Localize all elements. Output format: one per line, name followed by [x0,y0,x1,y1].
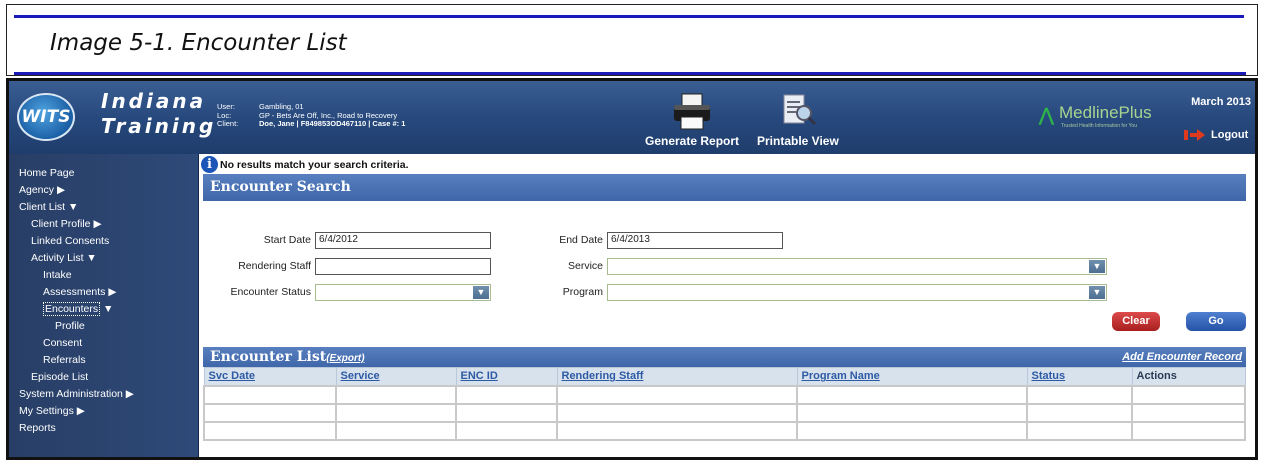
add-encounter-record-link[interactable]: Add Encounter Record [1122,351,1242,363]
printable-view-label: Printable View [757,134,839,148]
sidebar-item-assessments[interactable]: Assessments ▶ [43,286,116,298]
column-header-svc-date[interactable]: Svc Date [203,367,337,386]
table-row [203,384,1246,405]
sidebar-item-intake[interactable]: Intake [43,269,72,281]
sidebar-item-client-profile[interactable]: Client Profile ▶ [31,218,102,230]
main-content: i No results match your search criteria.… [199,154,1255,457]
sidebar-item-consent[interactable]: Consent [43,337,82,349]
sidebar-nav: Home Page Agency ▶ Client List ▼ Client … [9,154,199,457]
chevron-down-icon: ▼ [1089,260,1105,273]
start-date-input[interactable]: 6/4/2012 [315,232,491,249]
column-header-actions: Actions [1131,367,1246,386]
column-header-status[interactable]: Status [1026,367,1133,386]
encounter-list-header: Encounter List(Export) Add Encounter Rec… [203,347,1246,367]
current-date: March 2013 [1191,96,1251,108]
no-results-message: i No results match your search criteria. [201,156,409,173]
rendering-staff-label: Rendering Staff [238,260,311,272]
sidebar-item-client-list[interactable]: Client List ▼ [19,201,78,213]
clear-button[interactable]: Clear [1112,312,1160,331]
medlineplus-subtext: Trusted Health Information for You [1061,123,1137,129]
go-button[interactable]: Go [1186,312,1246,331]
app-header: WITS Indiana Training User: Gambling, 01 … [9,81,1255,154]
sidebar-item-reports[interactable]: Reports [19,422,56,434]
sidebar-item-episode-list[interactable]: Episode List [31,371,88,383]
sidebar-item-system-administration[interactable]: System Administration ▶ [19,388,134,400]
app-window: WITS Indiana Training User: Gambling, 01 … [6,78,1258,460]
end-date-label: End Date [559,234,603,246]
service-label: Service [567,260,603,272]
printer-icon [674,93,711,130]
service-select[interactable]: ▼ [607,258,1107,275]
encounter-search-header: Encounter Search [203,174,1246,201]
table-row [203,402,1246,423]
encounter-list-title: Encounter List [210,349,327,365]
logout-button[interactable]: Logout [1184,129,1248,141]
medlineplus-text: MedlinePlus [1059,103,1152,122]
export-link[interactable]: (Export) [326,353,364,364]
program-select[interactable]: ▼ [607,284,1107,301]
context-info: User: Gambling, 01 Loc: GP - Bets Are Off,… [217,102,406,129]
column-header-service[interactable]: Service [335,367,457,386]
end-date-input[interactable]: 6/4/2013 [607,232,783,249]
sidebar-item-activity-list[interactable]: Activity List ▼ [31,252,97,264]
sidebar-item-encounters-label: Encounters [43,302,101,316]
client-key: Client: [217,119,239,128]
logout-arrow-icon [1184,129,1205,141]
sidebar-item-agency[interactable]: Agency ▶ [19,184,65,196]
caption-top-rule [14,15,1244,18]
info-icon: i [201,156,218,173]
chevron-down-icon: ▼ [473,286,489,299]
generate-report-button[interactable]: Generate Report [645,93,739,148]
caption-bottom-rule [14,72,1246,75]
encounter-table: Svc Date Service ENC ID Rendering Staff … [203,367,1246,441]
encounter-status-label: Encounter Status [230,286,311,298]
encounter-status-select[interactable]: ▼ [315,284,491,301]
medlineplus-icon: ⋀ [1039,105,1054,125]
sidebar-item-encounters[interactable]: Encounters ▼ [43,302,114,316]
wits-logo[interactable]: WITS [17,93,75,141]
sidebar-item-my-settings[interactable]: My Settings ▶ [19,405,85,417]
organization-name: Indiana Training [101,89,216,139]
column-header-enc-id[interactable]: ENC ID [455,367,558,386]
medlineplus-logo[interactable]: ⋀ MedlinePlus Trusted Health Information… [1039,103,1169,129]
column-header-rendering-staff[interactable]: Rendering Staff [556,367,798,386]
expand-arrow-icon: ▼ [103,303,114,315]
logout-label: Logout [1211,129,1249,141]
table-row [203,420,1246,441]
rendering-staff-input[interactable] [315,258,491,275]
printable-view-button[interactable]: Printable View [757,93,839,148]
column-header-program-name[interactable]: Program Name [796,367,1028,386]
organization-name-line1: Indiana [101,89,207,113]
sidebar-item-referrals[interactable]: Referrals [43,354,86,366]
sidebar-item-profile[interactable]: Profile [55,320,85,332]
program-label: Program [562,286,603,298]
start-date-label: Start Date [263,234,311,246]
figure-caption: Image 5-1. Encounter List [50,30,347,56]
document-figure: Image 5-1. Encounter List WITS Indiana T… [0,0,1265,463]
sidebar-item-home-page[interactable]: Home Page [19,167,74,179]
table-header-row: Svc Date Service ENC ID Rendering Staff … [203,367,1246,386]
sidebar-item-linked-consents[interactable]: Linked Consents [31,235,109,247]
no-results-text: No results match your search criteria. [220,158,409,171]
chevron-down-icon: ▼ [1089,286,1105,299]
generate-report-label: Generate Report [645,134,740,148]
organization-name-line2: Training [101,114,217,138]
print-preview-icon [783,94,816,126]
client-value: Doe, Jane | F849853OD467110 | Case #: 1 [259,119,406,128]
